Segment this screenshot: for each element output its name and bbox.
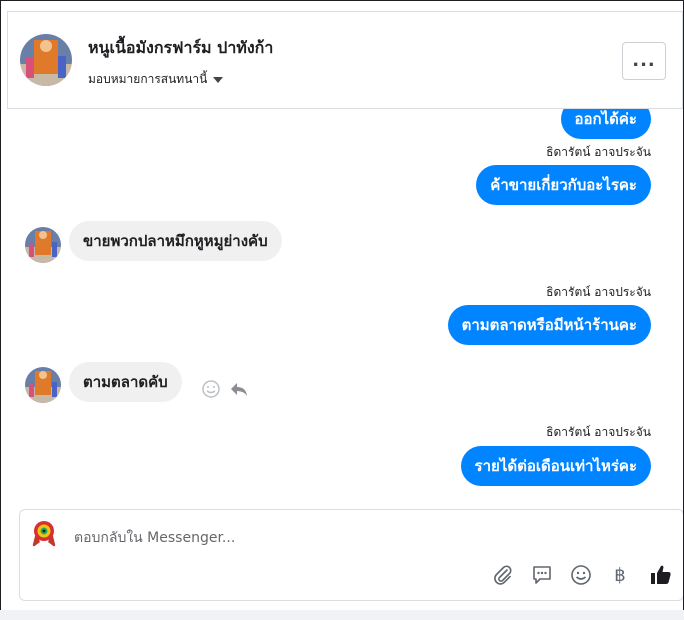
customer-avatar[interactable] — [25, 227, 61, 263]
message-actions — [201, 379, 249, 403]
customer-avatar[interactable] — [25, 367, 61, 403]
message-bubble-incoming[interactable]: ตามตลาดคับ — [69, 362, 182, 402]
assign-label: มอบหมายการสนทนานี้ — [88, 72, 208, 86]
page-avatar[interactable] — [20, 34, 72, 86]
assign-conversation-dropdown[interactable]: มอบหมายการสนทนานี้ — [88, 70, 224, 89]
sender-name: ธิดารัตน์ อาจประจัน — [546, 285, 651, 299]
message-thread[interactable]: ออกได้ค่ะ ธิดารัตน์ อาจประจัน ค้าขายเกี่… — [7, 109, 683, 507]
user-avatar — [28, 518, 60, 550]
page-title[interactable]: หนูเนื้อมังกรฟาร์ม ปาทังก้า — [88, 36, 273, 61]
message-bubble-outgoing[interactable]: ค้าขายเกี่ยวกับอะไรคะ — [476, 165, 651, 205]
message-bubble-outgoing[interactable]: ตามตลาดหรือมีหน้าร้านคะ — [447, 305, 651, 345]
conversation-header: หนูเนื้อมังกรฟาร์ม ปาทังก้า มอบหมายการสน… — [7, 11, 683, 108]
reply-composer: ฿ — [19, 509, 683, 601]
bottom-strip — [0, 610, 684, 620]
more-icon: ... — [632, 50, 656, 71]
attachment-icon[interactable] — [490, 562, 516, 588]
sender-name: ธิดารัตน์ อาจประจัน — [546, 145, 651, 159]
reply-icon[interactable] — [229, 379, 249, 403]
messenger-panel: หนูเนื้อมังกรฟาร์ม ปาทังก้า มอบหมายการสน… — [0, 0, 684, 620]
saved-reply-icon[interactable] — [529, 562, 555, 588]
more-options-button[interactable]: ... — [622, 42, 666, 80]
smiley-icon[interactable] — [201, 379, 221, 403]
like-icon[interactable] — [648, 562, 674, 588]
message-bubble-outgoing[interactable]: ออกได้ค่ะ — [560, 109, 651, 139]
message-bubble-incoming[interactable]: ขายพวกปลาหมึกหูหมูย่างคับ — [69, 221, 282, 261]
caret-down-icon — [213, 76, 224, 83]
message-bubble-outgoing[interactable]: รายได้ต่อเดือนเท่าไหร่คะ — [460, 446, 651, 486]
baht-icon[interactable]: ฿ — [607, 562, 633, 588]
emoji-icon[interactable] — [568, 562, 594, 588]
reply-input[interactable] — [74, 528, 634, 548]
sender-name: ธิดารัตน์ อาจประจัน — [546, 425, 651, 439]
